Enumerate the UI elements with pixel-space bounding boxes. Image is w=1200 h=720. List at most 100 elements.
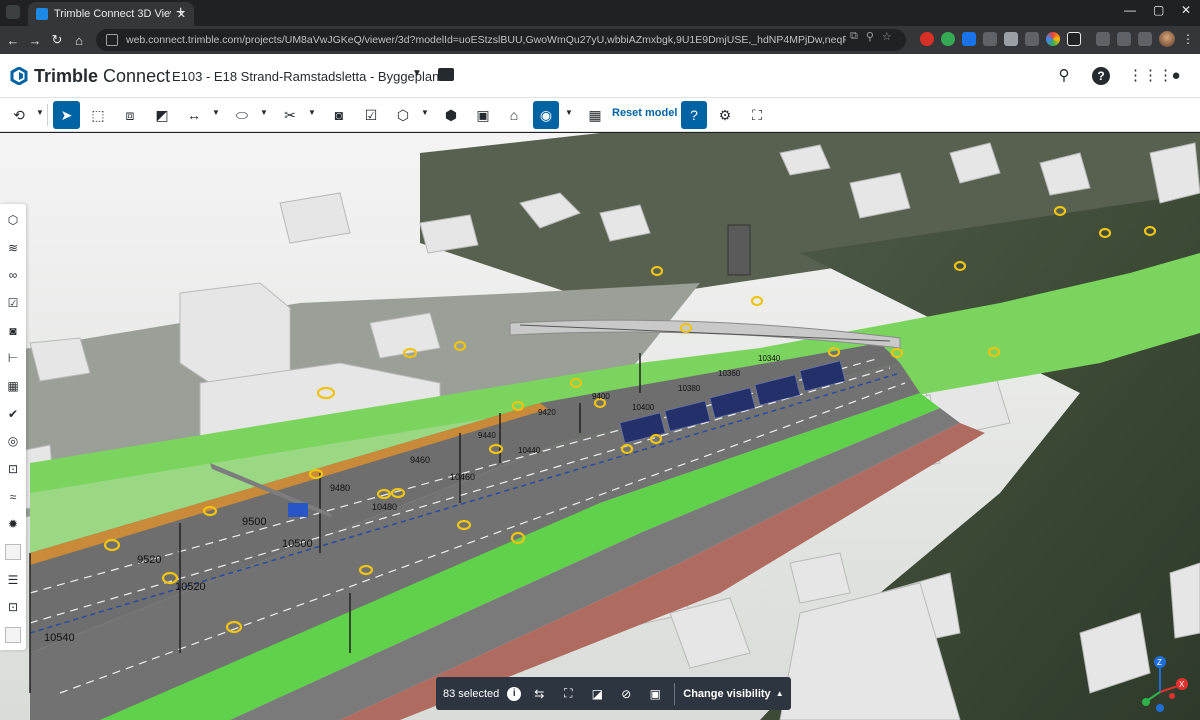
extension-puzzle-icon[interactable]	[1067, 32, 1081, 46]
3d-viewport[interactable]: 9520 10520 10540 9500 10500 9480 10480 9…	[0, 133, 1200, 720]
bookmark-star-icon[interactable]: ☆	[882, 30, 892, 43]
folder-icon[interactable]	[438, 68, 454, 81]
url-text[interactable]: web.connect.trimble.com/projects/UM8aVwJ…	[126, 34, 846, 46]
settings-cog-icon[interactable]: ✹	[5, 516, 21, 532]
layers-icon[interactable]: ≋	[5, 240, 21, 256]
fullscreen-icon[interactable]: ⛶	[746, 101, 768, 129]
cast-icon[interactable]: ⧉	[850, 30, 858, 43]
apps-grid-icon[interactable]: ⋮⋮⋮	[1128, 66, 1173, 86]
orbit-dropdown-icon[interactable]: ▼	[36, 108, 44, 117]
paint-bucket-icon[interactable]: ◪	[586, 683, 608, 705]
fit-view-icon[interactable]: ⊡	[5, 599, 21, 615]
extensions-row: ⋮	[920, 31, 1194, 47]
browser-toolbar: ← → ↻ ⌂ web.connect.trimble.com/projects…	[0, 26, 1200, 54]
extension-red-icon[interactable]	[920, 32, 934, 46]
markup-icon[interactable]: ◩	[151, 101, 173, 129]
settings-gear-icon[interactable]: ⚙	[714, 101, 736, 129]
extension-color-icon[interactable]	[1046, 32, 1060, 46]
add-todo-icon[interactable]: ☑	[360, 101, 382, 129]
check-circle-icon[interactable]: ✔	[5, 406, 21, 422]
views-icon[interactable]: ▣	[472, 101, 494, 129]
close-window-icon[interactable]: ✕	[1181, 3, 1191, 17]
stack-icon[interactable]: ≈	[5, 489, 21, 505]
list-icon[interactable]: ☰	[5, 572, 21, 588]
extension-stack-icon[interactable]	[1004, 32, 1018, 46]
search-icon[interactable]: ⚲	[1054, 66, 1074, 86]
ghost-cube-icon[interactable]: ⬢	[440, 101, 462, 129]
scene-canvas[interactable]: 9520 10520 10540 9500 10500 9480 10480 9…	[0, 133, 1200, 720]
extension-grid-icon[interactable]	[983, 32, 997, 46]
visibility-eye-icon[interactable]: ◉	[533, 101, 559, 129]
info-icon[interactable]: i	[507, 686, 522, 701]
shape-dropdown-icon[interactable]: ▼	[260, 108, 268, 117]
focus-icon[interactable]: ⊡	[5, 461, 21, 477]
orbit-tool-icon[interactable]: ⟲	[8, 101, 30, 129]
bar-divider	[674, 682, 676, 705]
project-title[interactable]: E103 - E18 Strand-Ramstadsletta - Byggep…	[172, 69, 439, 84]
reload-icon[interactable]: ↻	[46, 32, 68, 48]
fit-selection-icon[interactable]: ⧈	[119, 101, 141, 129]
isolate-link-icon[interactable]: ⇆	[528, 683, 550, 705]
downloads-icon[interactable]	[1138, 32, 1152, 46]
hide-eye-icon[interactable]: ⊘	[615, 683, 637, 705]
calculator-icon[interactable]: ▦	[584, 101, 606, 129]
help-icon[interactable]: ?	[1092, 67, 1110, 85]
station-label: 9420	[538, 408, 556, 417]
todo-check-icon[interactable]: ☑	[5, 295, 21, 311]
tab-search-icon[interactable]	[6, 5, 20, 19]
select-cursor-icon[interactable]: ➤	[53, 101, 80, 129]
shape-markup-icon[interactable]: ⬭	[231, 101, 253, 129]
models-cube-icon[interactable]: ⬡	[5, 212, 21, 228]
trimble-favicon-icon	[36, 8, 48, 20]
snapshot-camera-icon[interactable]: ◙	[328, 101, 350, 129]
tab-title: Trimble Connect 3D Viewer - E1	[54, 8, 171, 20]
clip-dropdown-icon[interactable]: ▼	[308, 108, 316, 117]
extension-c-icon[interactable]	[1025, 32, 1039, 46]
navigation-gizmo[interactable]: Z X	[1138, 652, 1190, 712]
caret-up-icon[interactable]: ▲	[776, 689, 784, 698]
app-header: Trimble Connect E103 - E18 Strand-Ramsta…	[0, 54, 1200, 98]
section-box-icon[interactable]: ⌂	[503, 101, 525, 129]
extension-image-icon[interactable]	[5, 544, 21, 560]
station-label: 9480	[330, 483, 350, 493]
camera-icon[interactable]: ◙	[5, 323, 21, 339]
object-cube-icon[interactable]: ⬡	[392, 101, 414, 129]
extension-translate-icon[interactable]	[962, 32, 976, 46]
table-icon[interactable]: ▦	[5, 378, 21, 394]
address-bar[interactable]: web.connect.trimble.com/projects/UM8aVwJ…	[96, 29, 906, 51]
back-icon[interactable]: ←	[2, 33, 24, 48]
ghost-view-icon[interactable]: ▣	[644, 683, 666, 705]
home-icon[interactable]: ⌂	[68, 33, 90, 48]
profile-avatar[interactable]	[1159, 31, 1175, 47]
minimize-icon[interactable]: —	[1124, 3, 1136, 17]
project-dropdown-icon[interactable]: ▼	[412, 68, 422, 79]
fit-to-selection-icon[interactable]: ⛶	[557, 683, 579, 705]
extension-image-icon-2[interactable]	[5, 627, 21, 643]
user-account-icon[interactable]: ●	[1166, 66, 1186, 86]
change-visibility-button[interactable]: Change visibility	[683, 688, 770, 700]
visibility-dropdown-icon[interactable]: ▼	[565, 108, 573, 117]
new-tab-button[interactable]: +	[176, 4, 185, 22]
extension-grammarly-icon[interactable]	[941, 32, 955, 46]
browser-tab[interactable]: Trimble Connect 3D Viewer - E1 ✕	[28, 2, 194, 26]
clash-icon[interactable]: ◎	[5, 433, 21, 449]
link-icon[interactable]: ∞	[5, 267, 21, 283]
assist-help-icon[interactable]: ?	[681, 101, 707, 129]
box-select-icon[interactable]: ⬚	[87, 101, 109, 129]
brand-logo-text[interactable]: Trimble Connect	[34, 66, 170, 87]
hierarchy-icon[interactable]: ⊢	[5, 350, 21, 366]
measure-icon[interactable]: ↔	[183, 101, 205, 129]
object-dropdown-icon[interactable]: ▼	[421, 108, 429, 117]
maximize-icon[interactable]: ▢	[1153, 3, 1164, 17]
reading-list-icon[interactable]	[1117, 32, 1131, 46]
zoom-icon[interactable]: ⚲	[866, 30, 874, 43]
chrome-menu-icon[interactable]: ⋮	[1182, 32, 1194, 46]
measure-dropdown-icon[interactable]: ▼	[212, 108, 220, 117]
site-info-icon[interactable]	[106, 34, 118, 46]
clip-scissors-icon[interactable]: ✂	[279, 101, 301, 129]
media-controls-icon[interactable]	[1096, 32, 1110, 46]
omnibox-actions: ⧉ ⚲ ☆	[850, 30, 892, 43]
forward-icon[interactable]: →	[24, 33, 46, 48]
station-label: 10400	[632, 403, 655, 412]
reset-model-button[interactable]: Reset model	[612, 107, 677, 119]
